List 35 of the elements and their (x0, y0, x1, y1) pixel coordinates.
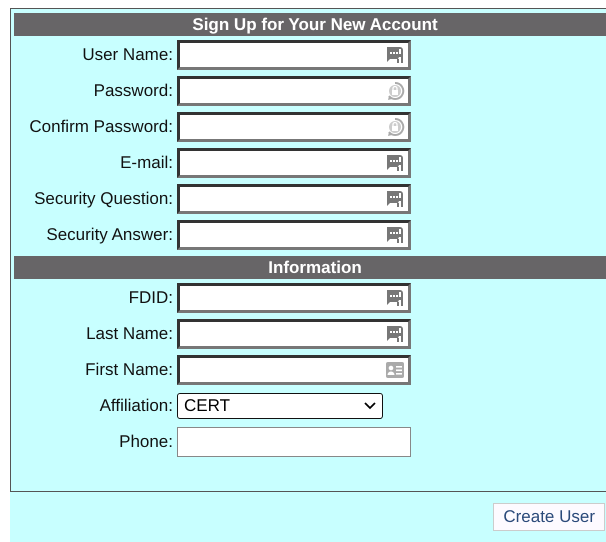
field-label: Last Name: (85, 324, 174, 344)
lock-icon (385, 117, 405, 137)
input-field[interactable] (177, 319, 411, 349)
input-field[interactable] (177, 220, 411, 250)
input-field[interactable] (177, 148, 411, 178)
create-user-button[interactable]: Create User (493, 503, 605, 531)
input-field[interactable] (177, 76, 411, 106)
input-field[interactable] (177, 427, 411, 457)
field-label: E-mail: (119, 153, 174, 173)
autofill-icon (385, 324, 405, 344)
affiliation-dropdown[interactable]: CERT (177, 393, 383, 419)
field-label: Security Question: (33, 189, 174, 209)
field-label: First Name: (84, 360, 174, 380)
contact-card-icon (385, 360, 405, 380)
field-label: FDID: (128, 288, 174, 308)
field-label: Confirm Password: (28, 117, 174, 137)
autofill-icon (385, 288, 405, 308)
field-label: User Name: (81, 45, 174, 65)
autofill-icon (385, 189, 405, 209)
section-header: Sign Up for Your New Account (14, 13, 606, 36)
section-header: Information (14, 256, 606, 279)
input-field[interactable] (177, 355, 411, 385)
autofill-icon (385, 45, 405, 65)
field-label: Password: (92, 81, 174, 101)
field-label: Security Answer: (45, 225, 174, 245)
input-field[interactable] (177, 112, 411, 142)
lock-icon (385, 81, 405, 101)
autofill-icon (385, 153, 405, 173)
autofill-icon (385, 225, 405, 245)
caret-icon (364, 402, 376, 410)
field-label: Affiliation: (98, 396, 174, 416)
input-field[interactable] (177, 283, 411, 313)
input-field[interactable] (177, 184, 411, 214)
input-field[interactable] (177, 40, 411, 70)
field-label: Phone: (118, 432, 174, 452)
